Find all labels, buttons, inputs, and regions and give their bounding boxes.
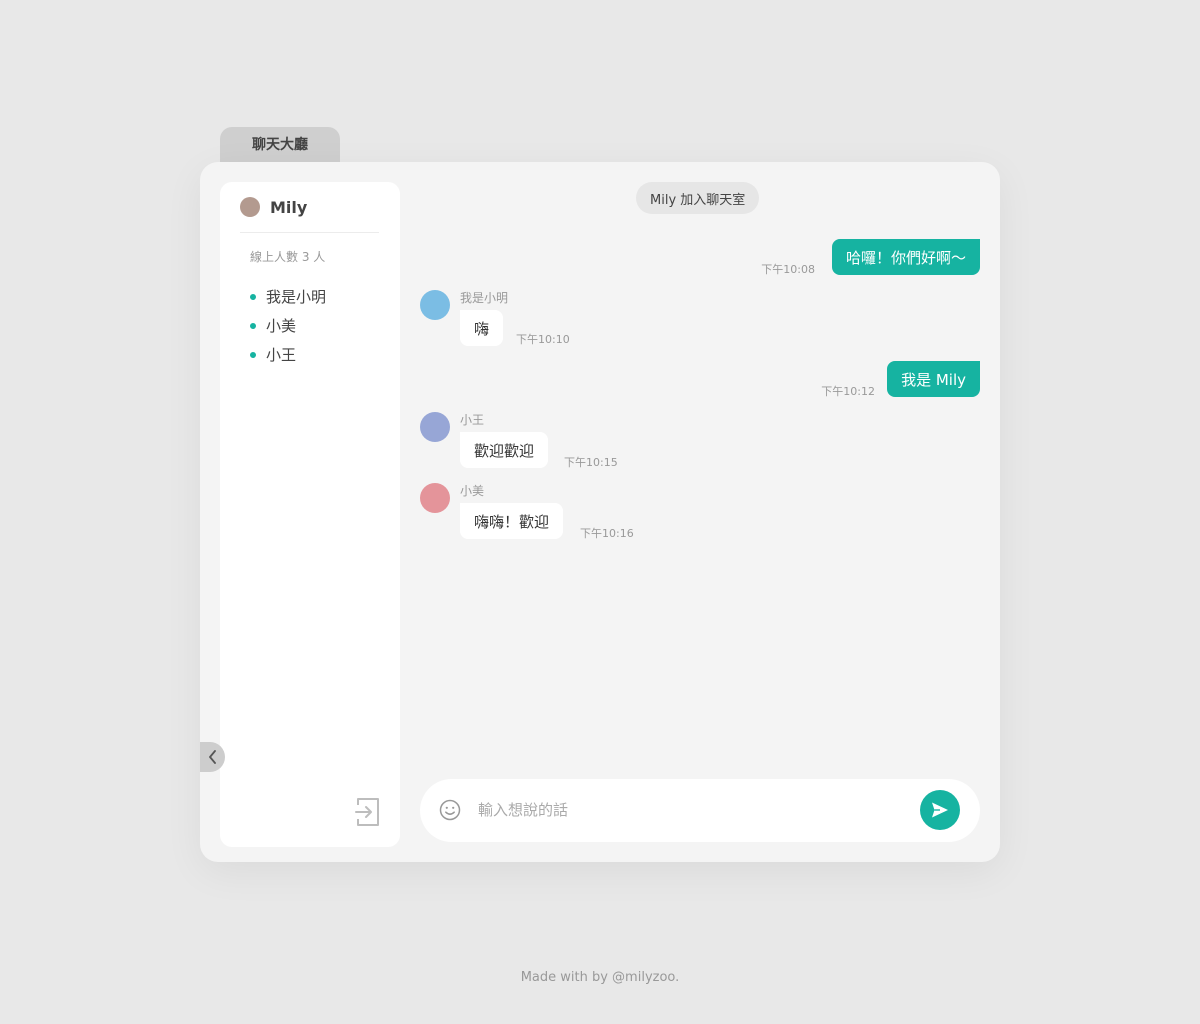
outgoing-message-bubble: 哈囉！你們好啊〜 xyxy=(831,239,980,275)
sidebar: Mily 線上人數 3 人 我是小明 小美 小王 xyxy=(220,182,400,847)
online-status-dot xyxy=(250,322,256,329)
current-user: Mily xyxy=(240,197,307,217)
incoming-message-bubble: 歡迎歡迎 xyxy=(460,432,549,468)
system-message: Mily 加入聊天室 xyxy=(636,182,760,214)
avatar[interactable] xyxy=(420,483,450,513)
message-time: 下午10:16 xyxy=(580,527,634,540)
online-count: 線上人數 3 人 xyxy=(250,250,326,264)
chat-window: Mily 線上人數 3 人 我是小明 小美 小王 Mily 加入聊天室 哈囉！你… xyxy=(200,162,1000,862)
online-user-item[interactable]: 小美 xyxy=(250,311,326,340)
message-time: 下午10:10 xyxy=(516,333,570,346)
online-status-dot xyxy=(250,351,256,358)
message-time: 下午10:15 xyxy=(564,456,618,469)
send-button[interactable] xyxy=(920,790,960,830)
tab-chat-lobby[interactable]: 聊天大廳 xyxy=(220,127,340,165)
logout-button[interactable] xyxy=(355,796,381,828)
avatar xyxy=(240,197,260,217)
online-user-item[interactable]: 我是小明 xyxy=(250,282,326,311)
outgoing-message-bubble: 我是 Mily xyxy=(887,361,980,397)
online-user-name: 小美 xyxy=(266,317,297,335)
current-user-name: Mily xyxy=(270,197,308,217)
sender-name: 小美 xyxy=(460,484,485,498)
divider xyxy=(240,232,379,233)
footer-credit: Made with by @milyzoo. xyxy=(520,970,680,985)
avatar[interactable] xyxy=(420,412,450,442)
message-time: 下午10:08 xyxy=(761,263,815,276)
online-status-dot xyxy=(250,293,256,300)
avatar[interactable] xyxy=(420,290,450,320)
incoming-message-bubble: 嗨嗨！歡迎 xyxy=(460,503,564,539)
online-user-item[interactable]: 小王 xyxy=(250,340,326,369)
sender-name: 我是小明 xyxy=(460,291,509,305)
online-user-name: 小王 xyxy=(266,346,297,364)
chevron-left-icon xyxy=(208,750,216,764)
smile-icon xyxy=(439,799,461,821)
online-user-list: 我是小明 小美 小王 xyxy=(250,282,326,369)
sender-name: 小王 xyxy=(460,413,485,427)
online-user-name: 我是小明 xyxy=(266,288,327,306)
message-time: 下午10:12 xyxy=(821,385,875,398)
message-composer xyxy=(420,779,980,842)
incoming-message-bubble: 嗨 xyxy=(460,310,504,346)
emoji-button[interactable] xyxy=(438,798,462,822)
send-icon xyxy=(932,802,948,818)
logout-icon xyxy=(355,798,379,826)
message-input[interactable] xyxy=(478,795,898,825)
